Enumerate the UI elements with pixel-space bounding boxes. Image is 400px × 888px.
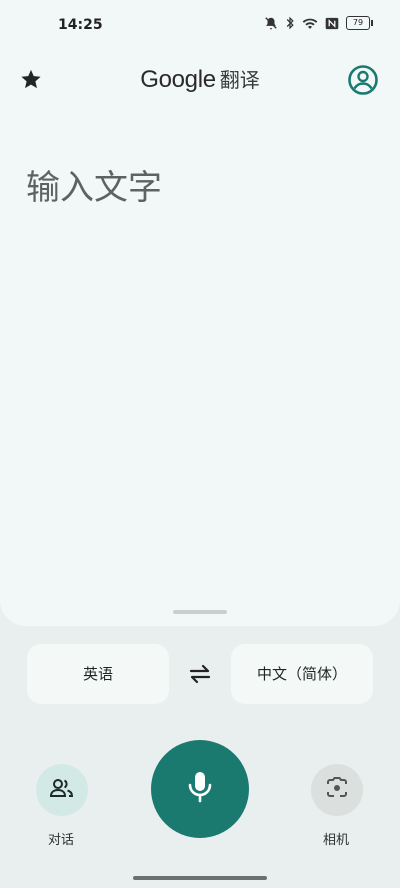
brand-name: Google [140, 66, 216, 93]
nfc-icon [325, 17, 339, 30]
people-icon [49, 777, 75, 803]
text-input[interactable]: 输入文字 [26, 160, 162, 209]
target-language-button[interactable]: 中文（简体） [231, 644, 373, 704]
bluetooth-icon [285, 16, 295, 30]
camera-button[interactable] [311, 764, 363, 816]
gesture-nav-bar[interactable] [133, 876, 267, 880]
app-title: Google 翻译 [0, 64, 400, 94]
drag-handle[interactable] [173, 610, 227, 614]
swap-icon[interactable] [187, 663, 213, 689]
target-language-label: 中文（简体） [256, 665, 347, 683]
camera-label: 相机 [323, 833, 350, 848]
battery-icon: 79 [346, 16, 373, 30]
wifi-icon [302, 17, 318, 30]
mic-button[interactable] [151, 740, 249, 838]
status-bar: 14:25 79 [0, 0, 400, 56]
source-language-button[interactable]: 英语 [27, 644, 169, 704]
account-icon[interactable] [347, 64, 379, 100]
mic-icon [187, 770, 213, 808]
bell-off-icon [264, 16, 278, 30]
status-time: 14:25 [58, 17, 103, 33]
source-language-label: 英语 [82, 665, 113, 683]
conversation-label: 对话 [48, 833, 75, 848]
status-icons: 79 [264, 16, 373, 30]
page-title: 翻译 [219, 68, 260, 92]
conversation-button[interactable] [36, 764, 88, 816]
camera-lens-icon [325, 777, 349, 803]
